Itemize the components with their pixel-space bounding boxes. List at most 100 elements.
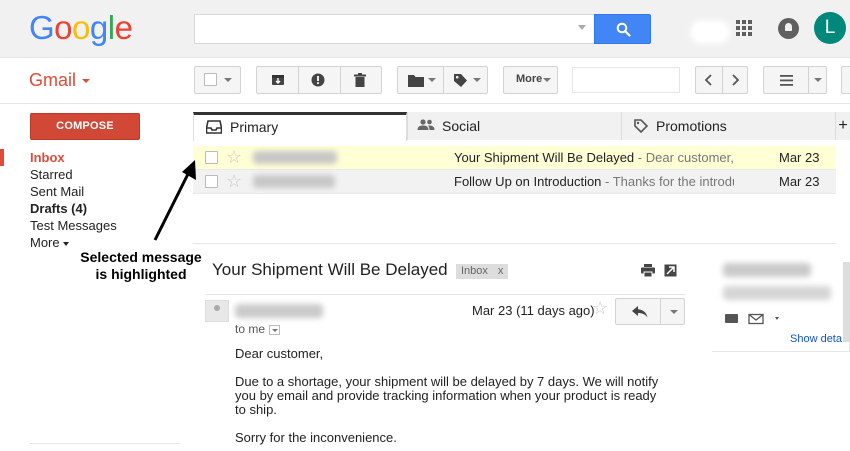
chevron-down-icon: [814, 78, 822, 82]
recipient-text: to me: [235, 322, 266, 336]
sidebar-item-label: Sent Mail: [30, 184, 85, 199]
chevron-down-icon: [428, 78, 436, 82]
chevron-down-icon[interactable]: [670, 310, 678, 314]
row-checkbox[interactable]: [205, 151, 218, 164]
contact-card-divider: [712, 351, 850, 352]
move-label-button-group: [397, 66, 488, 94]
star-icon[interactable]: ☆: [226, 146, 242, 168]
open-in-new-window-icon[interactable]: [664, 264, 677, 277]
search-icon: [616, 22, 631, 37]
row-checkbox[interactable]: [205, 175, 218, 188]
message-date: Mar 23: [779, 174, 820, 189]
body-paragraph: Sorry for the inconvenience.: [235, 430, 397, 445]
message-header-divider: [205, 294, 685, 295]
message-timestamp: Mar 23 (11 days ago): [472, 303, 595, 318]
body-paragraph: Dear customer,: [235, 346, 324, 361]
sidebar-item-label: Starred: [30, 167, 73, 182]
reply-button[interactable]: [615, 298, 685, 325]
select-all-checkbox[interactable]: [204, 73, 217, 86]
search-button[interactable]: [594, 14, 651, 44]
contact-actions: [725, 313, 779, 325]
chevron-down-icon: [224, 78, 232, 82]
label-icon[interactable]: [453, 73, 468, 88]
print-icon[interactable]: [641, 264, 655, 277]
message-subject-line: Your Shipment Will Be Delayed - Dear cus…: [454, 146, 734, 170]
sidebar-divider: [30, 443, 180, 444]
reply-arrow-icon: [632, 306, 648, 318]
sidebar-item-label: More: [30, 235, 60, 250]
chevron-down-icon: [82, 79, 91, 84]
message-body: Dear customer, Due to a shortage, your s…: [235, 347, 665, 451]
add-tab-button[interactable]: +: [835, 112, 850, 140]
label-chip-text: Inbox: [461, 265, 488, 277]
message-subject-line: Follow Up on Introduction - Thanks for t…: [454, 170, 734, 194]
remove-label-button[interactable]: x: [498, 265, 504, 277]
recipient-line: to me: [235, 322, 281, 336]
gmail-label: Gmail: [29, 70, 77, 90]
message-snippet: - Thanks for the introduct: [605, 174, 734, 189]
inbox-label-chip[interactable]: Inbox x: [456, 264, 509, 279]
toolbar-divider: [0, 103, 850, 104]
sidebar-item-label: Drafts (4): [30, 201, 88, 216]
settings-density-button[interactable]: [763, 66, 827, 94]
table-row[interactable]: ☆ Follow Up on Introduction - Thanks for…: [193, 170, 836, 194]
redacted-page-count: [572, 67, 680, 93]
chevron-down-icon: [62, 241, 69, 246]
gmail-menu[interactable]: Gmail: [29, 70, 91, 91]
archive-icon[interactable]: [271, 73, 285, 87]
message-subject-heading: Your Shipment Will Be Delayed: [212, 260, 448, 279]
message-subject: Follow Up on Introduction: [454, 174, 602, 189]
tag-icon: [634, 119, 648, 133]
tab-label: Primary: [230, 119, 279, 135]
chevron-down-icon: [473, 78, 481, 82]
annotation-callout: Selected message is highlighted: [66, 249, 216, 283]
inbox-tray-icon: [206, 120, 222, 134]
google-logo[interactable]: Google: [29, 9, 133, 47]
action-button-group: [256, 66, 382, 94]
delete-icon[interactable]: [354, 73, 366, 87]
category-tabs: Primary Social Promotions +: [193, 112, 850, 141]
settings-gear-button[interactable]: [841, 66, 850, 94]
annotation-line-2: is highlighted: [95, 266, 187, 282]
table-row-selected[interactable]: ☆ Your Shipment Will Be Delayed - Dear c…: [193, 146, 836, 170]
redacted-sender: [253, 151, 337, 164]
search-input[interactable]: [194, 14, 594, 44]
sidebar-item-label: Inbox: [30, 150, 65, 165]
account-avatar[interactable]: L: [814, 12, 846, 44]
notifications-icon[interactable]: [778, 18, 799, 39]
chevron-left-icon[interactable]: [703, 73, 715, 87]
top-header: Google L: [0, 0, 850, 58]
sidebar-item-label: Test Messages: [30, 218, 117, 233]
sender-avatar: [205, 300, 229, 322]
redacted-contact-name: [723, 263, 811, 277]
density-icon: [780, 75, 793, 86]
show-details-link[interactable]: Show deta: [790, 333, 850, 345]
report-spam-icon[interactable]: [311, 73, 325, 87]
scrollbar[interactable]: [843, 262, 850, 342]
compose-button[interactable]: COMPOSE: [30, 113, 140, 140]
show-details-caret-icon[interactable]: [269, 324, 281, 335]
apps-grid-icon[interactable]: [736, 20, 752, 36]
annotation-line-1: Selected message: [80, 249, 202, 265]
chevron-down-icon: [775, 317, 779, 320]
people-icon: [417, 119, 435, 130]
star-icon[interactable]: ☆: [226, 170, 242, 192]
tab-label: Promotions: [656, 118, 727, 134]
move-to-folder-icon[interactable]: [408, 74, 424, 87]
tab-primary[interactable]: Primary: [193, 112, 407, 141]
message-date: Mar 23: [779, 150, 820, 165]
redacted-account-name: [690, 20, 730, 44]
more-actions-label: More: [516, 73, 543, 85]
tab-promotions[interactable]: Promotions: [621, 112, 835, 140]
tab-social[interactable]: Social: [407, 112, 621, 140]
redacted-contact-email: [723, 286, 831, 300]
tab-label: Social: [442, 118, 481, 134]
message-snippet: - Dear customer, D: [637, 150, 734, 165]
chevron-down-icon: [543, 78, 551, 82]
search-options-caret-icon[interactable]: [578, 25, 586, 30]
more-actions-button[interactable]: More: [503, 66, 558, 94]
star-icon[interactable]: ☆: [592, 298, 608, 319]
select-dropdown[interactable]: [194, 66, 241, 94]
pagination-buttons: [695, 66, 748, 94]
chevron-right-icon[interactable]: [729, 73, 741, 87]
